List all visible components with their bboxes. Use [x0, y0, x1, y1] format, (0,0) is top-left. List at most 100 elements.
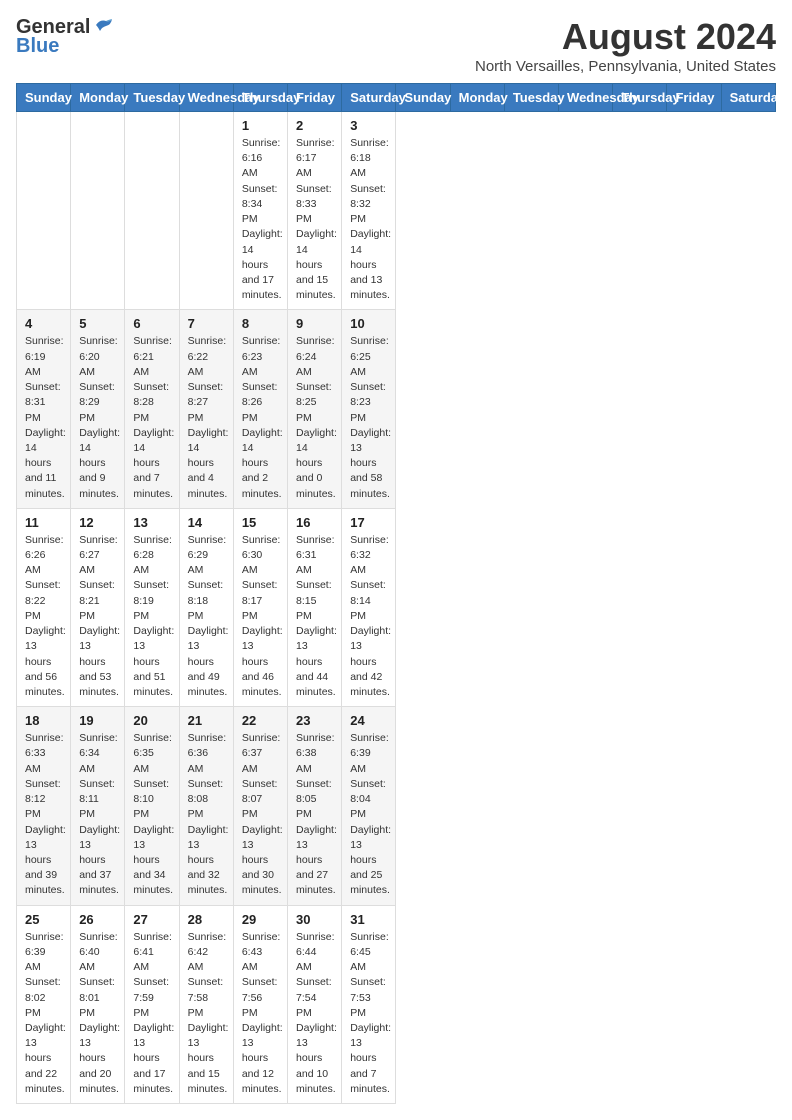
- day-info: Sunrise: 6:20 AM Sunset: 8:29 PM Dayligh…: [79, 334, 116, 501]
- day-number: 27: [133, 912, 170, 927]
- day-of-week-header: Friday: [288, 84, 342, 112]
- calendar-day-cell: 27 Sunrise: 6:41 AM Sunset: 7:59 PM Dayli…: [125, 905, 179, 1103]
- day-info: Sunrise: 6:18 AM Sunset: 8:32 PM Dayligh…: [350, 136, 387, 303]
- calendar-day-cell: 19 Sunrise: 6:34 AM Sunset: 8:11 PM Dayli…: [71, 707, 125, 905]
- day-info: Sunrise: 6:45 AM Sunset: 7:53 PM Dayligh…: [350, 930, 387, 1097]
- day-number: 19: [79, 713, 116, 728]
- day-info: Sunrise: 6:27 AM Sunset: 8:21 PM Dayligh…: [79, 533, 116, 700]
- day-number: 23: [296, 713, 333, 728]
- title-area: August 2024 North Versailles, Pennsylvan…: [475, 16, 776, 75]
- calendar-day-cell: 5 Sunrise: 6:20 AM Sunset: 8:29 PM Daylig…: [71, 310, 125, 508]
- day-number: 20: [133, 713, 170, 728]
- calendar-day-cell: 11 Sunrise: 6:26 AM Sunset: 8:22 PM Dayli…: [17, 508, 71, 706]
- day-number: 17: [350, 515, 387, 530]
- day-number: 21: [188, 713, 225, 728]
- calendar-day-cell: 22 Sunrise: 6:37 AM Sunset: 8:07 PM Dayli…: [233, 707, 287, 905]
- calendar-day-cell: 21 Sunrise: 6:36 AM Sunset: 8:08 PM Dayli…: [179, 707, 233, 905]
- day-info: Sunrise: 6:40 AM Sunset: 8:01 PM Dayligh…: [79, 930, 116, 1097]
- day-of-week-header: Wednesday: [179, 84, 233, 112]
- logo-bird-icon: [92, 17, 114, 35]
- calendar-day-cell: 20Sunrise: 6:35 AM Sunset: 8:10 PM Dayli…: [125, 707, 179, 905]
- day-info: Sunrise: 6:21 AM Sunset: 8:28 PM Dayligh…: [133, 334, 170, 501]
- day-number: 18: [25, 713, 62, 728]
- day-info: Sunrise: 6:37 AM Sunset: 8:07 PM Dayligh…: [242, 731, 279, 898]
- calendar-day-cell: 2 Sunrise: 6:17 AM Sunset: 8:33 PM Daylig…: [288, 112, 342, 310]
- day-info: Sunrise: 6:22 AM Sunset: 8:27 PM Dayligh…: [188, 334, 225, 501]
- day-number: 12: [79, 515, 116, 530]
- day-of-week-header: Saturday: [342, 84, 396, 112]
- day-info: Sunrise: 6:44 AM Sunset: 7:54 PM Dayligh…: [296, 930, 333, 1097]
- day-info: Sunrise: 6:39 AM Sunset: 8:02 PM Dayligh…: [25, 930, 62, 1097]
- day-info: Sunrise: 6:34 AM Sunset: 8:11 PM Dayligh…: [79, 731, 116, 898]
- day-number: 10: [350, 316, 387, 331]
- calendar-day-cell: 26Sunrise: 6:40 AM Sunset: 8:01 PM Dayli…: [71, 905, 125, 1103]
- calendar-day-cell: 14Sunrise: 6:29 AM Sunset: 8:18 PM Dayli…: [179, 508, 233, 706]
- day-info: Sunrise: 6:24 AM Sunset: 8:25 PM Dayligh…: [296, 334, 333, 501]
- day-info: Sunrise: 6:31 AM Sunset: 8:15 PM Dayligh…: [296, 533, 333, 700]
- calendar-table: SundayMondayTuesdayWednesdayThursdayFrid…: [16, 83, 776, 1104]
- day-number: 28: [188, 912, 225, 927]
- day-number: 16: [296, 515, 333, 530]
- day-number: 11: [25, 515, 62, 530]
- calendar-day-cell: 10 Sunrise: 6:25 AM Sunset: 8:23 PM Dayli…: [342, 310, 396, 508]
- day-of-week-header: Monday: [450, 84, 504, 112]
- calendar-day-cell: 6 Sunrise: 6:21 AM Sunset: 8:28 PM Daylig…: [125, 310, 179, 508]
- day-info: Sunrise: 6:17 AM Sunset: 8:33 PM Dayligh…: [296, 136, 333, 303]
- calendar-day-cell: 18 Sunrise: 6:33 AM Sunset: 8:12 PM Dayli…: [17, 707, 71, 905]
- calendar-day-cell: 16 Sunrise: 6:31 AM Sunset: 8:15 PM Dayli…: [288, 508, 342, 706]
- calendar-day-cell: 13Sunrise: 6:28 AM Sunset: 8:19 PM Dayli…: [125, 508, 179, 706]
- day-number: 25: [25, 912, 62, 927]
- calendar-day-cell: 29Sunrise: 6:43 AM Sunset: 7:56 PM Dayli…: [233, 905, 287, 1103]
- day-info: Sunrise: 6:33 AM Sunset: 8:12 PM Dayligh…: [25, 731, 62, 898]
- day-number: 30: [296, 912, 333, 927]
- calendar-day-cell: 30 Sunrise: 6:44 AM Sunset: 7:54 PM Dayli…: [288, 905, 342, 1103]
- calendar-day-cell: 17 Sunrise: 6:32 AM Sunset: 8:14 PM Dayli…: [342, 508, 396, 706]
- calendar-day-cell: 31Sunrise: 6:45 AM Sunset: 7:53 PM Dayli…: [342, 905, 396, 1103]
- day-info: Sunrise: 6:32 AM Sunset: 8:14 PM Dayligh…: [350, 533, 387, 700]
- day-info: Sunrise: 6:42 AM Sunset: 7:58 PM Dayligh…: [188, 930, 225, 1097]
- day-number: 8: [242, 316, 279, 331]
- day-of-week-header: Saturday: [721, 84, 775, 112]
- day-info: Sunrise: 6:25 AM Sunset: 8:23 PM Dayligh…: [350, 334, 387, 501]
- calendar-day-cell: 3Sunrise: 6:18 AM Sunset: 8:32 PM Daylig…: [342, 112, 396, 310]
- day-info: Sunrise: 6:16 AM Sunset: 8:34 PM Dayligh…: [242, 136, 279, 303]
- calendar-week-row: 25 Sunrise: 6:39 AM Sunset: 8:02 PM Dayli…: [17, 905, 776, 1103]
- day-info: Sunrise: 6:26 AM Sunset: 8:22 PM Dayligh…: [25, 533, 62, 700]
- day-info: Sunrise: 6:38 AM Sunset: 8:05 PM Dayligh…: [296, 731, 333, 898]
- calendar-day-cell: [71, 112, 125, 310]
- day-number: 5: [79, 316, 116, 331]
- day-number: 15: [242, 515, 279, 530]
- day-of-week-header: Thursday: [233, 84, 287, 112]
- calendar-week-row: 1 Sunrise: 6:16 AM Sunset: 8:34 PM Daylig…: [17, 112, 776, 310]
- day-info: Sunrise: 6:30 AM Sunset: 8:17 PM Dayligh…: [242, 533, 279, 700]
- day-of-week-header: Sunday: [17, 84, 71, 112]
- calendar-day-cell: [125, 112, 179, 310]
- calendar-day-cell: 4Sunrise: 6:19 AM Sunset: 8:31 PM Daylig…: [17, 310, 71, 508]
- day-number: 4: [25, 316, 62, 331]
- logo: General Blue: [16, 16, 114, 58]
- calendar-day-cell: 1 Sunrise: 6:16 AM Sunset: 8:34 PM Daylig…: [233, 112, 287, 310]
- day-of-week-header: Wednesday: [559, 84, 613, 112]
- day-number: 6: [133, 316, 170, 331]
- day-number: 24: [350, 713, 387, 728]
- location-title: North Versailles, Pennsylvania, United S…: [475, 58, 776, 75]
- day-of-week-header: Tuesday: [504, 84, 558, 112]
- calendar-day-cell: 15 Sunrise: 6:30 AM Sunset: 8:17 PM Dayli…: [233, 508, 287, 706]
- day-number: 2: [296, 118, 333, 133]
- day-info: Sunrise: 6:36 AM Sunset: 8:08 PM Dayligh…: [188, 731, 225, 898]
- calendar-week-row: 11 Sunrise: 6:26 AM Sunset: 8:22 PM Dayli…: [17, 508, 776, 706]
- day-number: 7: [188, 316, 225, 331]
- day-number: 1: [242, 118, 279, 133]
- month-title: August 2024: [475, 16, 776, 58]
- day-of-week-header: Friday: [667, 84, 721, 112]
- day-number: 22: [242, 713, 279, 728]
- day-number: 13: [133, 515, 170, 530]
- day-info: Sunrise: 6:39 AM Sunset: 8:04 PM Dayligh…: [350, 731, 387, 898]
- calendar-day-cell: 9 Sunrise: 6:24 AM Sunset: 8:25 PM Daylig…: [288, 310, 342, 508]
- day-info: Sunrise: 6:41 AM Sunset: 7:59 PM Dayligh…: [133, 930, 170, 1097]
- header: General Blue August 2024 North Versaille…: [16, 16, 776, 75]
- calendar-day-cell: 24 Sunrise: 6:39 AM Sunset: 8:04 PM Dayli…: [342, 707, 396, 905]
- calendar-header-row: SundayMondayTuesdayWednesdayThursdayFrid…: [17, 84, 776, 112]
- calendar-day-cell: [17, 112, 71, 310]
- day-number: 9: [296, 316, 333, 331]
